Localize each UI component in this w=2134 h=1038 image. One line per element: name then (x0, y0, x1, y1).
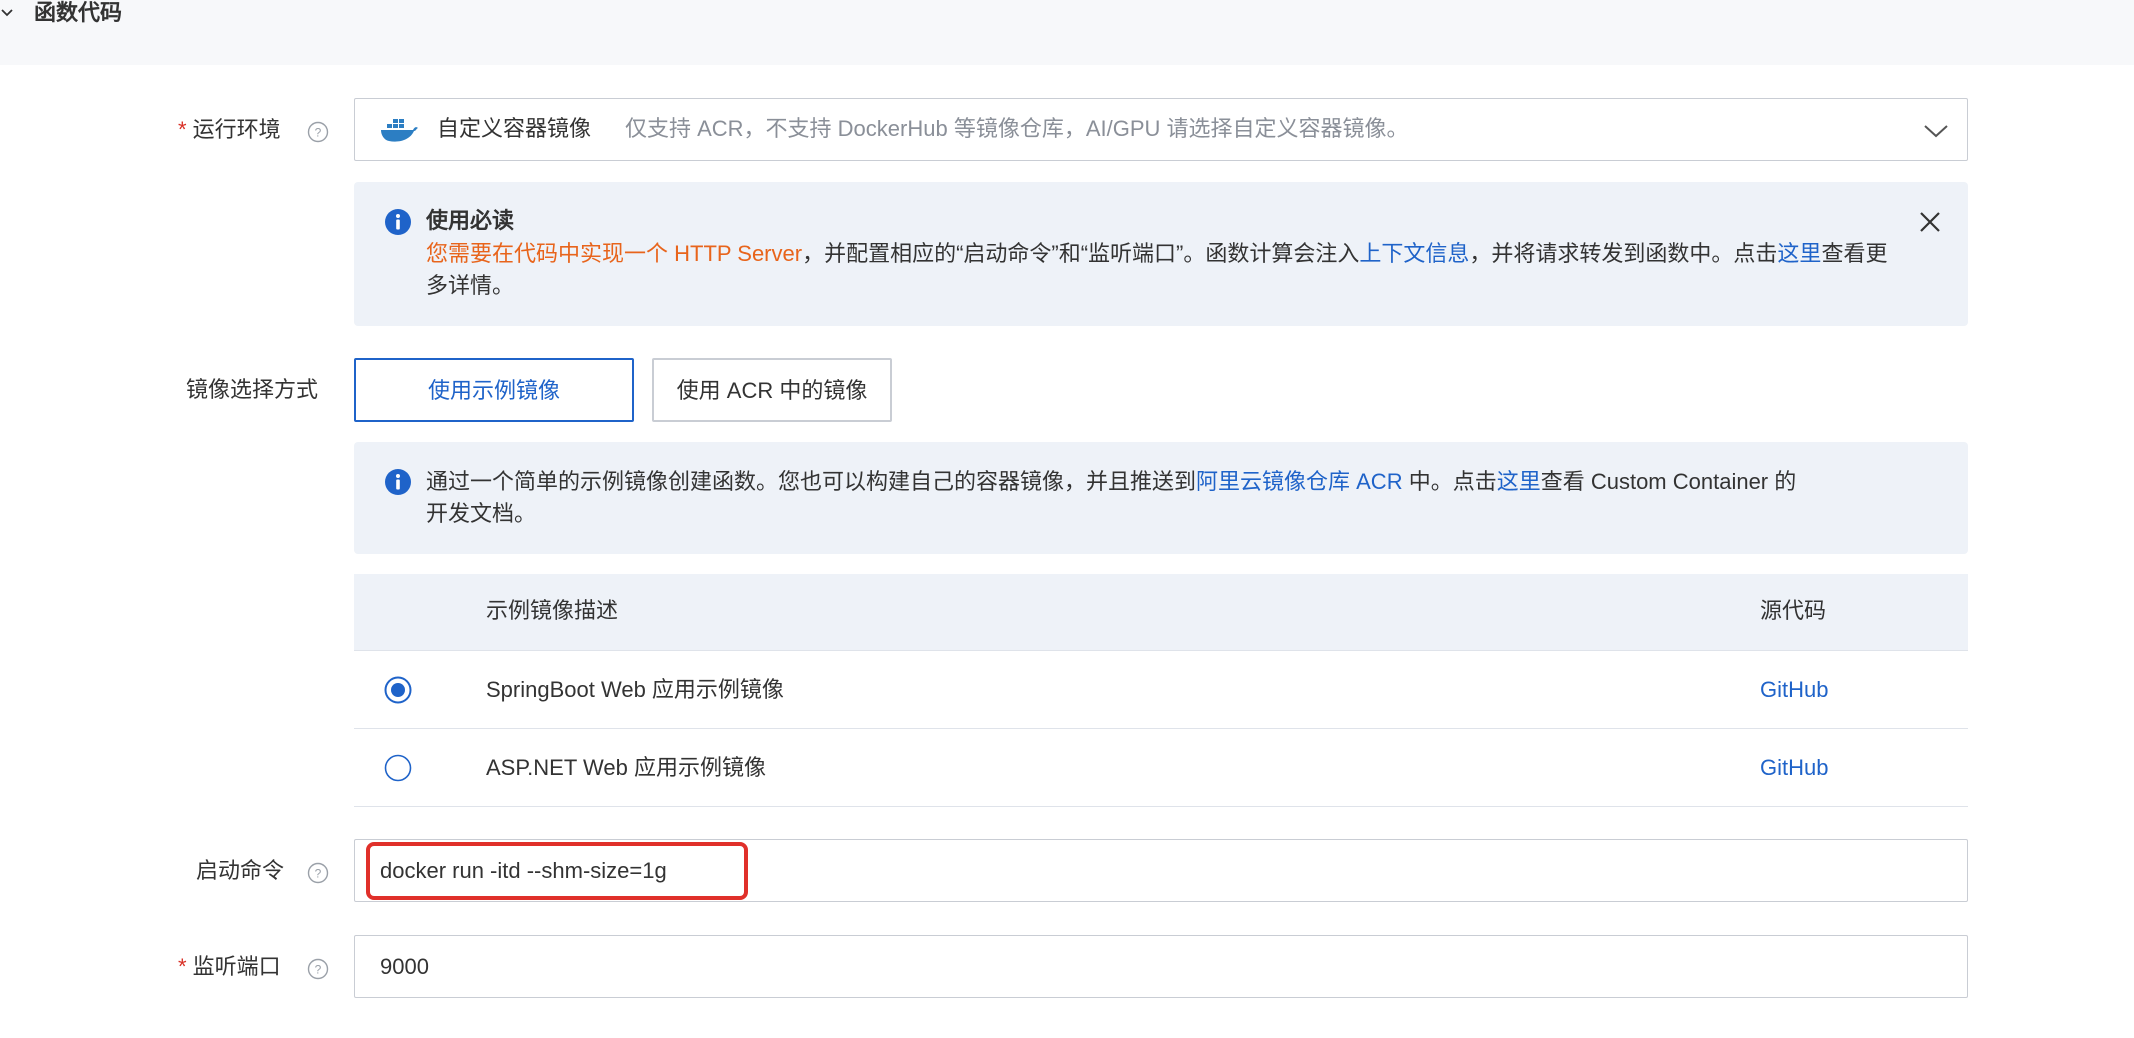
acr-registry-link[interactable]: 阿里云镜像仓库 ACR (1196, 469, 1403, 494)
svg-text:?: ? (315, 126, 322, 140)
row-description: SpringBoot Web 应用示例镜像 (486, 677, 784, 702)
must-read-notice: 使用必读 您需要在代码中实现一个 HTTP Server，并配置相应的“启动命令… (354, 182, 1968, 326)
github-link[interactable]: GitHub (1760, 675, 1828, 705)
info-icon (385, 209, 411, 235)
sample-notice-text: 通过一个简单的示例镜像创建函数。您也可以构建自己的容器镜像，并且推送到阿里云镜像… (426, 469, 1797, 526)
runtime-label: * 运行环境 (178, 117, 281, 142)
runtime-hint: 仅支持 ACR，不支持 DockerHub 等镜像仓库，AI/GPU 请选择自定… (625, 116, 1409, 141)
row-description: ASP.NET Web 应用示例镜像 (486, 755, 766, 780)
required-mark: * (178, 954, 187, 979)
github-link[interactable]: GitHub (1760, 753, 1828, 783)
chevron-down-icon[interactable] (1923, 119, 1949, 141)
notice-title: 使用必读 (426, 208, 515, 233)
help-icon[interactable]: ? (307, 862, 329, 884)
column-header-description: 示例镜像描述 (486, 598, 619, 623)
notice-highlight-text: 您需要在代码中实现一个 HTTP Server (426, 241, 803, 266)
docker-icon (381, 119, 418, 142)
table-row[interactable]: ASP.NET Web 应用示例镜像 GitHub (354, 729, 1968, 807)
use-sample-image-button[interactable]: 使用示例镜像 (354, 358, 634, 422)
context-info-link[interactable]: 上下文信息 (1359, 241, 1469, 266)
notice-text: 您需要在代码中实现一个 HTTP Server，并配置相应的“启动命令”和“监听… (426, 241, 1888, 298)
use-acr-image-button[interactable]: 使用 ACR 中的镜像 (652, 358, 892, 422)
radio-selected[interactable] (384, 676, 412, 704)
custom-container-doc-link[interactable]: 这里 (1497, 469, 1541, 494)
listen-port-field[interactable] (354, 935, 1968, 998)
listen-port-input[interactable] (355, 936, 1967, 997)
svg-text:?: ? (315, 963, 322, 977)
svg-text:?: ? (315, 867, 322, 881)
runtime-select[interactable]: 自定义容器镜像 仅支持 ACR，不支持 DockerHub 等镜像仓库，AI/G… (354, 98, 1968, 161)
start-command-input[interactable] (355, 840, 1967, 901)
table-row[interactable]: SpringBoot Web 应用示例镜像 GitHub (354, 651, 1968, 729)
start-command-field[interactable] (354, 839, 1968, 902)
help-icon[interactable]: ? (307, 121, 329, 143)
section-header[interactable]: 函数代码 (0, 0, 2134, 65)
close-icon[interactable] (1918, 210, 1942, 234)
image-select-label: 镜像选择方式 (186, 377, 319, 402)
runtime-value: 自定义容器镜像 (437, 116, 592, 141)
column-header-source: 源代码 (1760, 598, 1827, 623)
info-icon (385, 469, 411, 495)
required-mark: * (178, 117, 187, 142)
help-icon[interactable]: ? (307, 958, 329, 980)
table-header: 示例镜像描述 源代码 (354, 574, 1968, 651)
details-link[interactable]: 这里 (1777, 241, 1821, 266)
radio-unselected[interactable] (384, 754, 412, 782)
section-title: 函数代码 (34, 0, 123, 25)
start-command-label: 启动命令 (196, 858, 285, 883)
chevron-down-icon (1, 9, 13, 17)
listen-port-label: * 监听端口 (178, 954, 281, 979)
sample-image-notice: 通过一个简单的示例镜像创建函数。您也可以构建自己的容器镜像，并且推送到阿里云镜像… (354, 442, 1968, 554)
